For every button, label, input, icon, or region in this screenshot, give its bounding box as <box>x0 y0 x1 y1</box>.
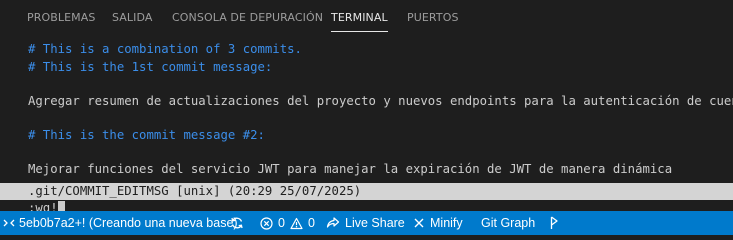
live-share-icon <box>326 217 340 228</box>
vim-status-line: .git/COMMIT_EDITMSG [unix] (20:29 25/07/… <box>0 183 733 200</box>
minify-icon <box>414 218 424 228</box>
terminal-line: # This is the 1st commit message: <box>28 60 273 74</box>
terminal-line: Mejorar funciones del servicio JWT para … <box>28 162 673 176</box>
tab-terminal[interactable]: TERMINAL <box>331 0 388 35</box>
error-count: 0 <box>278 216 285 230</box>
minify-button[interactable]: Minify <box>413 211 463 235</box>
vim-file-status: .git/COMMIT_EDITMSG [unix] (20:29 25/07/… <box>28 184 362 198</box>
sync-icon[interactable] <box>230 211 244 235</box>
status-bar: 5eb0b7a2+! (Creando una nueva base) 0 0 <box>0 211 733 235</box>
tab-puertos[interactable]: PUERTOS <box>407 0 459 35</box>
live-share-button[interactable]: Live Share <box>326 211 405 235</box>
terminal-line: # This is the commit message #2: <box>28 128 265 142</box>
terminal-output[interactable]: # This is a combination of 3 commits. # … <box>0 35 733 216</box>
terminal-panel: PROBLEMAS SALIDA CONSOLA DE DEPURACIÓN T… <box>0 0 733 235</box>
error-icon <box>260 216 273 230</box>
tab-salida[interactable]: SALIDA <box>112 0 153 35</box>
remote-icon[interactable] <box>3 211 15 235</box>
tab-consola-de-depuracion[interactable]: CONSOLA DE DEPURACIÓN <box>172 0 323 35</box>
warning-count: 0 <box>307 216 315 230</box>
branch-status[interactable]: 5eb0b7a2+! (Creando una nueva base) <box>19 211 238 235</box>
warning-icon <box>290 217 303 229</box>
notification-icon[interactable] <box>549 211 559 235</box>
git-graph-label: Git Graph <box>481 216 536 230</box>
branch-label: 5eb0b7a2+! (Creando una nueva base) <box>19 216 238 230</box>
terminal-line: Agregar resumen de actualizaciones del p… <box>28 94 733 108</box>
live-share-label: Live Share <box>345 216 405 230</box>
minify-label: Minify <box>430 216 463 230</box>
panel-tab-bar: PROBLEMAS SALIDA CONSOLA DE DEPURACIÓN T… <box>0 0 733 35</box>
tab-problemas[interactable]: PROBLEMAS <box>27 0 95 35</box>
problems-status[interactable]: 0 0 <box>260 211 315 235</box>
terminal-line: # This is a combination of 3 commits. <box>28 42 302 56</box>
git-graph-button[interactable]: Git Graph <box>481 211 535 235</box>
